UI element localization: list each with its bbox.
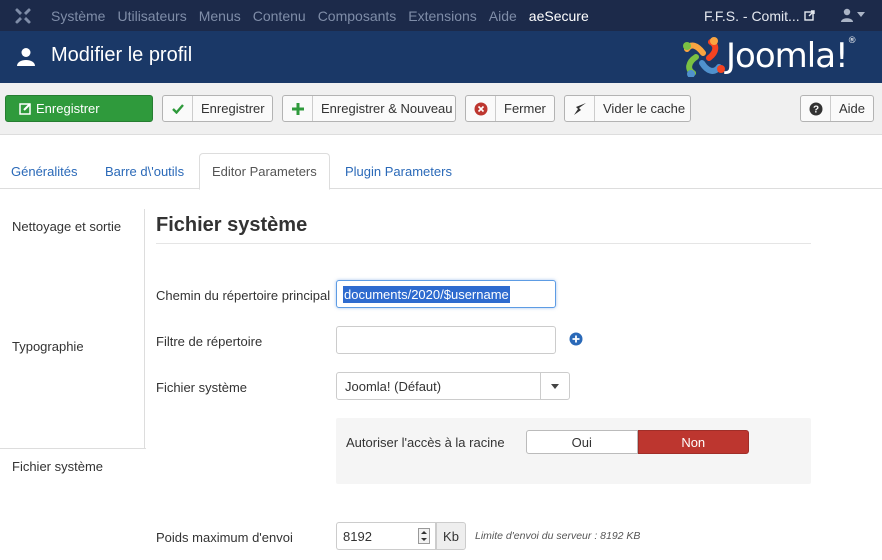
cancel-circle-icon	[466, 96, 496, 121]
filter-input[interactable]	[336, 326, 556, 354]
filesystem-value: Joomla! (Défaut)	[345, 378, 442, 394]
tab-bar: Généralités Barre d\'outils Editor Param…	[0, 153, 882, 190]
plus-icon	[283, 96, 313, 121]
menu-utilisateurs[interactable]: Utilisateurs	[117, 8, 186, 24]
tab-editor-parameters[interactable]: Editor Parameters	[199, 153, 330, 190]
root-access-label: Autoriser l'accès à la racine	[346, 435, 505, 450]
section-divider	[156, 243, 811, 244]
root-path-value: documents/2020/$username	[343, 285, 510, 303]
close-button[interactable]: Fermer	[465, 95, 555, 122]
main-menu: Système Utilisateurs Menus Contenu Compo…	[51, 0, 601, 31]
vtab-fichier-systeme[interactable]: Fichier système	[12, 459, 103, 474]
tab-barre-outils[interactable]: Barre d\'outils	[105, 153, 184, 189]
vtab-typographie[interactable]: Typographie	[12, 339, 84, 354]
help-button[interactable]: ? Aide	[800, 95, 874, 122]
filesystem-label: Fichier système	[156, 380, 248, 395]
add-circle-icon[interactable]	[569, 332, 583, 346]
save-button[interactable]: Enregistrer	[162, 95, 273, 122]
tab-generalites[interactable]: Généralités	[11, 153, 77, 189]
vertical-tabs: Nettoyage et sortie Typographie Fichier …	[0, 209, 146, 560]
joomla-wordmark: Joomla!®	[726, 36, 857, 76]
user-icon	[841, 8, 853, 22]
admin-menu-bar: Système Utilisateurs Menus Contenu Compo…	[0, 0, 882, 31]
page-title: Modifier le profil	[51, 44, 193, 66]
menu-extensions[interactable]: Extensions	[408, 8, 476, 24]
max-upload-hint: Limite d'envoi du serveur : 8192 KB	[475, 530, 641, 542]
number-spinner[interactable]	[412, 522, 436, 550]
menu-contenu[interactable]: Contenu	[253, 8, 306, 24]
check-icon	[163, 96, 193, 121]
section-title: Fichier système	[156, 214, 308, 236]
joomla-icon[interactable]	[13, 6, 33, 26]
max-upload-unit: Kb	[436, 522, 466, 550]
edit-icon	[6, 96, 36, 121]
external-link-icon	[803, 10, 815, 21]
toolbar: Enregistrer Enregistrer Enregistrer & No…	[0, 83, 882, 135]
caret-down-icon	[540, 373, 569, 399]
question-icon: ?	[801, 96, 831, 121]
site-link[interactable]: F.F.S. - Comit...	[704, 0, 815, 31]
menu-composants[interactable]: Composants	[318, 8, 397, 24]
vtab-nettoyage[interactable]: Nettoyage et sortie	[12, 219, 121, 234]
max-upload-field: 8192 Kb	[336, 522, 466, 550]
user-profile-icon	[17, 48, 35, 66]
root-path-input[interactable]: documents/2020/$username	[336, 280, 556, 308]
root-path-label: Chemin du répertoire principal	[156, 288, 331, 303]
filter-label: Filtre de répertoire	[156, 334, 263, 349]
save-and-new-button[interactable]: Enregistrer & Nouveau	[282, 95, 456, 122]
joomla-logo-icon	[683, 37, 725, 77]
page-header: Modifier le profil Joomla!®	[0, 31, 882, 83]
tab-plugin-parameters[interactable]: Plugin Parameters	[345, 153, 452, 189]
menu-aesecure[interactable]: aeSecure	[529, 8, 589, 24]
site-name: F.F.S. - Comit...	[704, 7, 800, 24]
save-primary-button[interactable]: Enregistrer	[5, 95, 153, 122]
svg-text:?: ?	[812, 104, 818, 115]
lightning-icon	[565, 96, 595, 121]
caret-down-icon	[857, 12, 865, 17]
clear-cache-button[interactable]: Vider le cache	[564, 95, 691, 122]
menu-aide[interactable]: Aide	[489, 8, 517, 24]
root-access-yes-option[interactable]: Oui	[526, 430, 638, 454]
max-upload-label: Poids maximum d'envoi	[156, 530, 293, 545]
spinner-arrows-icon	[417, 528, 430, 544]
user-menu[interactable]	[840, 8, 865, 22]
root-access-toggle: Oui Non	[526, 430, 749, 454]
root-access-no-option[interactable]: Non	[637, 430, 749, 454]
menu-menus[interactable]: Menus	[199, 8, 241, 24]
menu-systeme[interactable]: Système	[51, 8, 105, 24]
max-upload-input[interactable]: 8192	[336, 522, 412, 550]
filesystem-select[interactable]: Joomla! (Défaut)	[336, 372, 570, 400]
root-access-panel: Autoriser l'accès à la racine Oui Non	[336, 418, 811, 484]
